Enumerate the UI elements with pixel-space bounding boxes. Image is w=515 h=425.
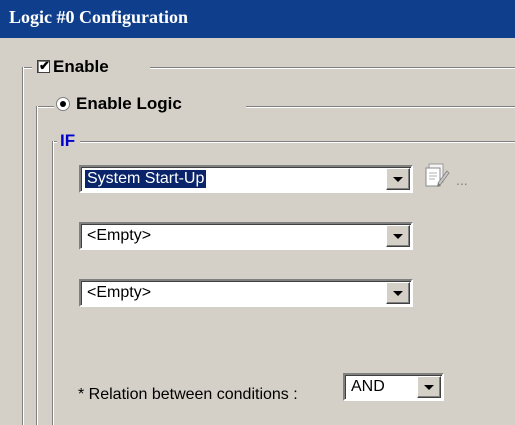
condition-2-dropdown-button[interactable] [386,225,410,247]
relation-value: AND [351,378,385,395]
chevron-down-icon [393,234,403,239]
relation-label: * Relation between conditions : [78,386,298,403]
enable-label: Enable [50,57,112,77]
chevron-down-icon [393,177,403,182]
if-group-border-top-right [80,141,515,143]
enable-group-border-top-right [150,67,515,69]
condition-3-value: <Empty> [87,284,152,301]
if-group-label: IF [58,131,78,151]
logic-group-border-top-left [36,106,54,108]
window-title: Logic #0 Configuration [9,7,189,27]
condition-1-select[interactable]: System Start-Up [79,165,413,193]
logic-group-border-left [36,106,38,425]
config-ellipsis[interactable]: ... [456,172,468,188]
enable-logic-radio[interactable] [56,97,70,111]
condition-2-select[interactable]: <Empty> [79,222,413,250]
condition-3-select[interactable]: <Empty> [79,279,413,307]
condition-3-dropdown-button[interactable] [386,282,410,304]
logic-group-border-top-right [246,106,515,108]
chevron-down-icon [393,291,403,296]
enable-logic-label: Enable Logic [73,94,185,114]
condition-1-value: System Start-Up [83,169,208,189]
condition-1-dropdown-button[interactable] [386,168,410,190]
enable-checkbox[interactable]: ✔ [37,58,50,73]
if-group-border-left [52,141,54,425]
config-edit-icon[interactable] [424,161,450,189]
checkmark-icon: ✔ [39,58,50,73]
title-bar: Logic #0 Configuration [0,0,515,38]
radio-selected-dot [60,101,66,107]
relation-select[interactable]: AND [343,373,444,401]
chevron-down-icon [424,385,434,390]
relation-dropdown-button[interactable] [417,376,441,398]
condition-2-value: <Empty> [87,227,152,244]
enable-group-border-left [22,67,24,425]
